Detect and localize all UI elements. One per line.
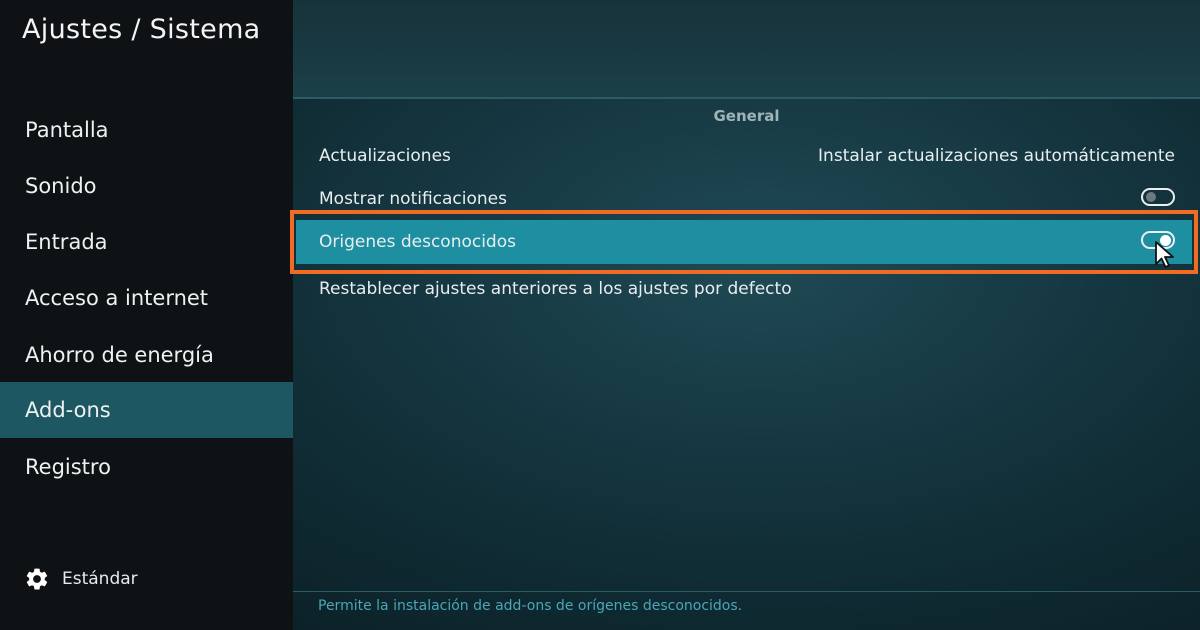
settings-screen: Ajustes / Sistema Pantalla Sonido Entrad…: [0, 0, 1200, 630]
setting-actualizaciones[interactable]: Actualizaciones Instalar actualizaciones…: [296, 134, 1192, 178]
settings-level-label: Estándar: [62, 569, 138, 589]
toggle-knob: [1146, 192, 1156, 202]
sidebar-item-acceso-internet[interactable]: Acceso a internet: [0, 270, 293, 326]
mouse-cursor-icon: [1155, 241, 1174, 268]
setting-label: Actualizaciones: [319, 146, 451, 166]
sidebar: Ajustes / Sistema Pantalla Sonido Entrad…: [0, 0, 293, 630]
setting-value: Instalar actualizaciones automáticamente: [818, 146, 1175, 166]
sidebar-item-ahorro-energia[interactable]: Ahorro de energía: [0, 327, 293, 383]
setting-restablecer[interactable]: Restablecer ajustes anteriores a los aju…: [296, 267, 1192, 311]
annotation-highlight-box: [290, 210, 1198, 274]
settings-level-button[interactable]: Estándar: [24, 565, 138, 593]
page-title: Ajustes / Sistema: [22, 14, 261, 45]
sidebar-item-registro[interactable]: Registro: [0, 439, 293, 495]
setting-label: Restablecer ajustes anteriores a los aju…: [319, 279, 792, 299]
divider: [293, 591, 1200, 592]
sidebar-item-sonido[interactable]: Sonido: [0, 158, 293, 214]
divider: [293, 97, 1200, 99]
notifications-toggle[interactable]: [1141, 188, 1175, 206]
section-header-general: General: [713, 107, 780, 125]
sidebar-item-entrada[interactable]: Entrada: [0, 214, 293, 270]
sidebar-item-addons[interactable]: Add-ons: [0, 382, 293, 438]
header-band: [293, 0, 1200, 97]
help-description: Permite la instalación de add-ons de orí…: [318, 598, 743, 614]
sidebar-item-pantalla[interactable]: Pantalla: [0, 102, 293, 158]
gear-icon: [26, 568, 48, 590]
